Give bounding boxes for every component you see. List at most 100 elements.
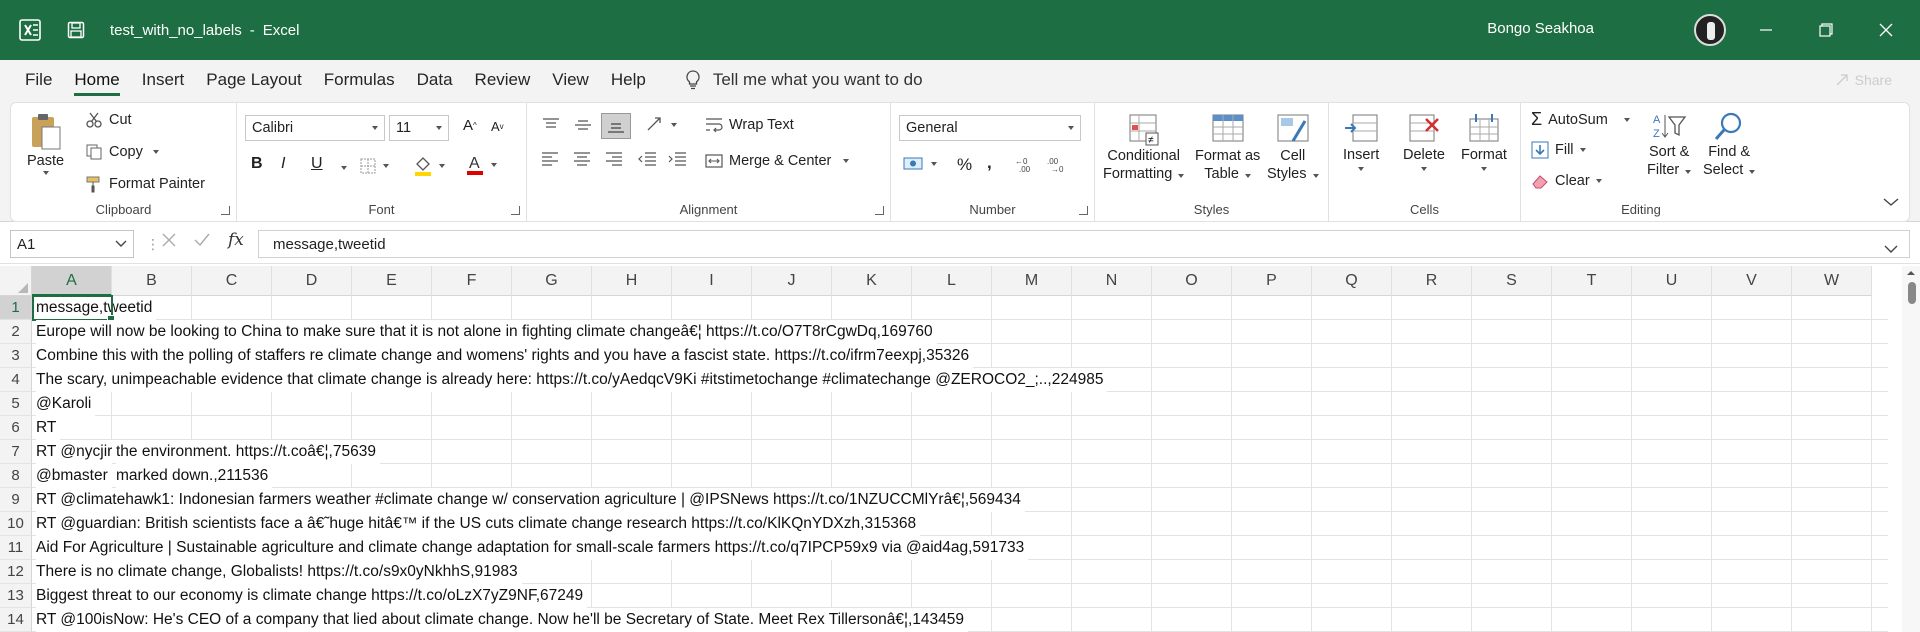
column-header-h[interactable]: H xyxy=(592,266,672,296)
select-all-button[interactable] xyxy=(0,266,32,296)
row-header[interactable]: 14 xyxy=(0,608,32,632)
row-cells[interactable]: The scary, unimpeachable evidence that c… xyxy=(32,368,1888,392)
font-size-select[interactable]: 11 xyxy=(389,115,449,141)
tab-view[interactable]: View xyxy=(541,60,600,100)
row-header[interactable]: 12 xyxy=(0,560,32,584)
column-header-r[interactable]: R xyxy=(1392,266,1472,296)
row-header[interactable]: 4 xyxy=(0,368,32,392)
tab-insert[interactable]: Insert xyxy=(131,60,196,100)
share-button[interactable]: Share xyxy=(1835,72,1892,88)
comma-button[interactable]: , xyxy=(987,153,992,173)
column-header-u[interactable]: U xyxy=(1632,266,1712,296)
user-name[interactable]: Bongo Seakhoa xyxy=(1487,20,1594,37)
row-header[interactable]: 7 xyxy=(0,440,32,464)
column-header-q[interactable]: Q xyxy=(1312,266,1392,296)
cell-a[interactable]: Aid For Agriculture | Sustainable agricu… xyxy=(36,536,1029,560)
percent-button[interactable]: % xyxy=(957,155,972,175)
font-color-button[interactable]: A xyxy=(465,153,497,177)
insert-cells-button[interactable]: Insert xyxy=(1343,111,1379,171)
column-header-e[interactable]: E xyxy=(352,266,432,296)
row-header[interactable]: 2 xyxy=(0,320,32,344)
borders-button[interactable] xyxy=(359,157,389,175)
row-cells[interactable]: @bmaster marked down.,211536 xyxy=(32,464,1888,488)
row-header[interactable]: 10 xyxy=(0,512,32,536)
cell-a[interactable]: Biggest threat to our economy is climate… xyxy=(36,584,588,608)
align-right-icon[interactable] xyxy=(605,151,623,167)
column-header-p[interactable]: P xyxy=(1232,266,1312,296)
cell-a[interactable]: RT @100isNow: He's CEO of a company that… xyxy=(36,608,969,632)
row-header[interactable]: 13 xyxy=(0,584,32,608)
formula-input[interactable]: message,tweetid xyxy=(258,230,1910,258)
cell-a[interactable]: @bmaster xyxy=(36,464,112,488)
copy-button[interactable]: Copy xyxy=(85,143,159,161)
minimize-icon[interactable] xyxy=(1736,0,1796,60)
row-cells[interactable]: Europe will now be looking to China to m… xyxy=(32,320,1888,344)
italic-button[interactable]: I xyxy=(281,155,285,173)
column-header-g[interactable]: G xyxy=(512,266,592,296)
format-as-table-button[interactable]: Format as Table xyxy=(1195,111,1260,183)
bold-button[interactable]: B xyxy=(251,155,263,173)
delete-cells-button[interactable]: Delete xyxy=(1403,111,1445,171)
bottom-align-icon[interactable] xyxy=(601,113,631,139)
insert-function-icon[interactable]: fx xyxy=(228,230,244,250)
cell-a[interactable]: RT @climatehawk1: Indonesian farmers wea… xyxy=(36,488,1025,512)
row-header[interactable]: 3 xyxy=(0,344,32,368)
enter-formula-icon[interactable] xyxy=(194,233,210,247)
cell-a[interactable]: RT xyxy=(36,416,61,440)
row-cells[interactable]: Aid For Agriculture | Sustainable agricu… xyxy=(32,536,1888,560)
row-header[interactable]: 6 xyxy=(0,416,32,440)
middle-align-icon[interactable] xyxy=(573,117,593,133)
tell-me-box[interactable]: Tell me what you want to do xyxy=(685,70,923,90)
row-cells[interactable]: Biggest threat to our economy is climate… xyxy=(32,584,1888,608)
orientation-button[interactable] xyxy=(645,115,677,135)
decrease-indent-icon[interactable] xyxy=(637,151,657,167)
formula-bar-grip-icon[interactable]: ⋮ xyxy=(146,236,160,253)
column-header-w[interactable]: W xyxy=(1792,266,1872,296)
column-header-l[interactable]: L xyxy=(912,266,992,296)
column-header-i[interactable]: I xyxy=(672,266,752,296)
column-header-k[interactable]: K xyxy=(832,266,912,296)
cell-a[interactable]: @Karoli xyxy=(36,392,96,416)
cell-b[interactable]: marked down.,211536 xyxy=(116,464,273,488)
column-header-c[interactable]: C xyxy=(192,266,272,296)
vertical-scrollbar[interactable] xyxy=(1902,266,1920,632)
merge-center-button[interactable]: Merge & Center xyxy=(705,153,850,169)
tab-home[interactable]: Home xyxy=(63,60,130,100)
row-cells[interactable]: @Karoli xyxy=(32,392,1888,416)
conditional-formatting-button[interactable]: ≠ Conditional Formatting xyxy=(1103,111,1185,183)
align-left-icon[interactable] xyxy=(541,151,559,167)
column-header-d[interactable]: D xyxy=(272,266,352,296)
cell-a[interactable]: The scary, unimpeachable evidence that c… xyxy=(36,368,1108,392)
underline-button[interactable]: U xyxy=(311,155,323,173)
row-header[interactable]: 9 xyxy=(0,488,32,512)
column-header-a[interactable]: A xyxy=(32,266,112,296)
increase-font-icon[interactable]: A ^ xyxy=(463,117,477,134)
scroll-thumb[interactable] xyxy=(1908,282,1916,304)
cancel-formula-icon[interactable] xyxy=(162,233,176,247)
increase-decimal-icon[interactable]: ←0.00 xyxy=(1015,155,1037,173)
tab-page-layout[interactable]: Page Layout xyxy=(195,60,312,100)
row-cells[interactable]: message,tweetid xyxy=(32,295,1888,323)
cell-a[interactable]: Europe will now be looking to China to m… xyxy=(36,320,937,344)
font-launcher-icon[interactable] xyxy=(511,206,520,215)
row-header[interactable]: 11 xyxy=(0,536,32,560)
cell-a[interactable]: RT @guardian: British scientists face a … xyxy=(36,512,921,536)
row-header[interactable]: 8 xyxy=(0,464,32,488)
save-icon[interactable] xyxy=(60,21,92,39)
align-center-icon[interactable] xyxy=(573,151,591,167)
restore-icon[interactable] xyxy=(1796,0,1856,60)
column-header-b[interactable]: B xyxy=(112,266,192,296)
row-header[interactable]: 1 xyxy=(0,296,32,320)
decrease-font-icon[interactable]: Av xyxy=(491,119,504,134)
row-cells[interactable]: There is no climate change, Globalists! … xyxy=(32,560,1888,584)
format-painter-button[interactable]: Format Painter xyxy=(85,175,205,193)
row-cells[interactable]: RT @100isNow: He's CEO of a company that… xyxy=(32,608,1888,632)
cell-a[interactable]: There is no climate change, Globalists! … xyxy=(36,560,522,584)
wrap-text-button[interactable]: Wrap Text xyxy=(705,117,794,133)
column-header-s[interactable]: S xyxy=(1472,266,1552,296)
row-header[interactable]: 5 xyxy=(0,392,32,416)
row-cells[interactable]: Combine this with the polling of staffer… xyxy=(32,344,1888,368)
tab-file[interactable]: File xyxy=(14,60,63,100)
row-cells[interactable]: RT @nycjir the environment. https://t.coâ… xyxy=(32,440,1888,464)
increase-indent-icon[interactable] xyxy=(667,151,687,167)
